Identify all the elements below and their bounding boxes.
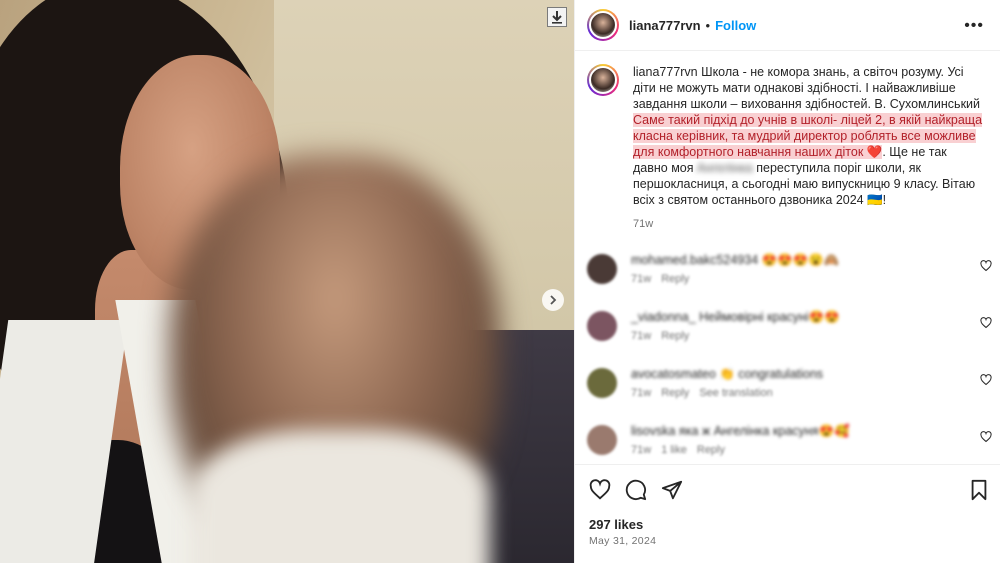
caption: liana777rvn Школа - не комора знань, а с… <box>575 52 1000 232</box>
download-icon[interactable] <box>547 7 567 27</box>
comment-like-icon[interactable] <box>980 374 992 389</box>
likes-count[interactable]: 297 likes <box>589 517 643 532</box>
post-panel: liana777rvn • Follow ••• liana777rvn Шко… <box>574 0 1000 563</box>
photo-blurred-shirt <box>190 430 490 563</box>
chevron-right-icon[interactable] <box>542 289 564 311</box>
comment-text: _viadonna_ Неймовірні красуні😍😍 <box>631 310 840 324</box>
comment-item: _viadonna_ Неймовірні красуні😍😍 71w Reply <box>575 309 1000 366</box>
caption-blurred-name: Ангелінка <box>697 161 753 175</box>
comment-avatar[interactable] <box>587 254 617 284</box>
comment-text: lisovskа яка ж Ангелінка красуня😍🥰 <box>631 424 850 438</box>
separator-dot: • <box>705 17 711 33</box>
comment-text: avocatosmateo 👏 congratulations <box>631 367 824 381</box>
comment-icon[interactable] <box>625 479 647 501</box>
see-translation-link[interactable]: See translation <box>699 387 772 399</box>
comment-avatar[interactable] <box>587 368 617 398</box>
post-photo <box>0 0 574 563</box>
comment-text: mohamed.bakc524934 😍😍😍😮🙈 <box>631 253 840 267</box>
comment-time[interactable]: 71w <box>631 273 651 285</box>
comment-item: lisovskа яка ж Ангелінка красуня😍🥰 71w 1 … <box>575 423 1000 464</box>
more-options-icon[interactable]: ••• <box>964 17 984 35</box>
comment-item: mohamed.bakc524934 😍😍😍😮🙈 71w Reply <box>575 252 1000 309</box>
post-date[interactable]: May 31, 2024 <box>589 535 656 547</box>
comment-avatar[interactable] <box>587 425 617 455</box>
comment-item: avocatosmateo 👏 congratulations 71w Reply… <box>575 366 1000 423</box>
avatar[interactable] <box>587 9 619 41</box>
reply-button[interactable]: Reply <box>661 330 689 342</box>
comment-time[interactable]: 71w <box>631 444 651 456</box>
post-actions: 297 likes May 31, 2024 <box>575 464 1000 563</box>
follow-button[interactable]: Follow <box>715 18 756 33</box>
reply-button[interactable]: Reply <box>661 387 689 399</box>
comment-time[interactable]: 71w <box>631 330 651 342</box>
comment-avatar[interactable] <box>587 311 617 341</box>
reply-button[interactable]: Reply <box>697 444 725 456</box>
comment-like-icon[interactable] <box>980 317 992 332</box>
comment-like-icon[interactable] <box>980 431 992 446</box>
comment-like-icon[interactable] <box>980 260 992 275</box>
caption-avatar[interactable] <box>587 64 619 96</box>
reply-button[interactable]: Reply <box>661 273 689 285</box>
caption-body: liana777rvn Школа - не комора знань, а с… <box>633 64 983 232</box>
comment-likes[interactable]: 1 like <box>661 444 687 456</box>
comment-time[interactable]: 71w <box>631 387 651 399</box>
share-icon[interactable] <box>661 479 683 501</box>
caption-time[interactable]: 71w <box>633 216 983 232</box>
caption-username[interactable]: liana777rvn <box>633 65 698 79</box>
bookmark-icon[interactable] <box>968 479 990 501</box>
comments-scroll[interactable]: liana777rvn Школа - не комора знань, а с… <box>575 52 1000 464</box>
header-username[interactable]: liana777rvn <box>629 18 701 33</box>
heart-icon[interactable] <box>589 479 611 501</box>
post-header: liana777rvn • Follow ••• <box>575 0 1000 51</box>
